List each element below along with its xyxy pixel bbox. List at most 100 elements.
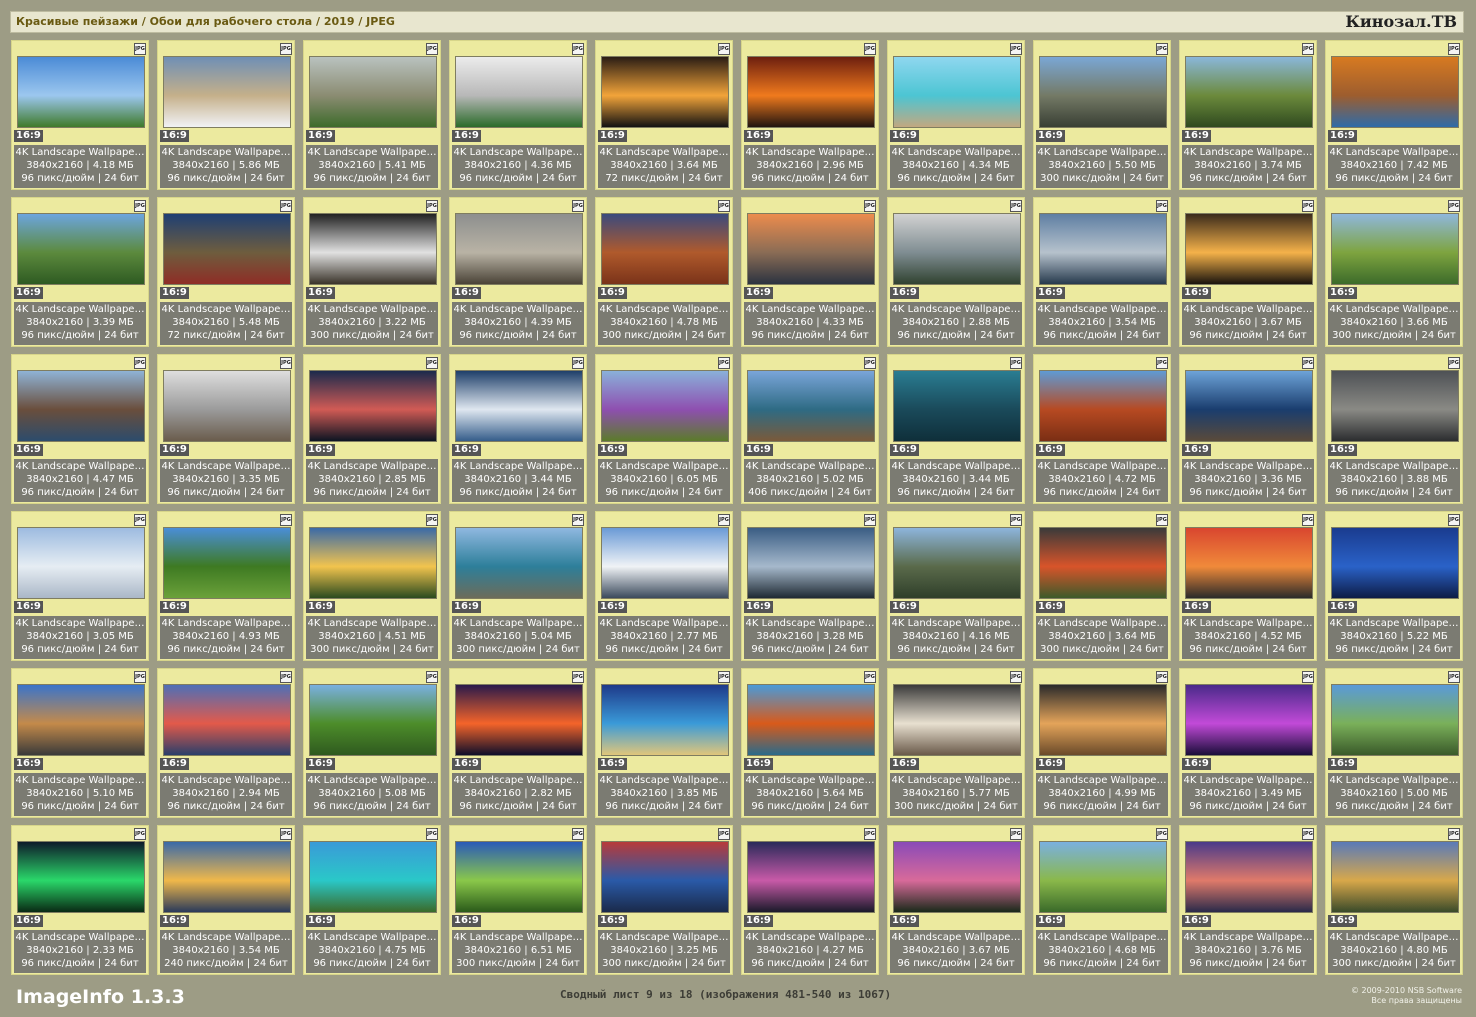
thumbnail-image[interactable] [1185,527,1313,599]
thumbnail-image[interactable] [747,213,875,285]
thumbnail-card[interactable]: JPG 16:9 4K Landscape Wallpape… 3840x2160 |… [595,511,733,661]
thumbnail-card[interactable]: JPG 16:9 4K Landscape Wallpape… 3840x2160 |… [1325,511,1463,661]
thumbnail-card[interactable]: JPG 16:9 4K Landscape Wallpape… 3840x2160 |… [741,668,879,818]
thumbnail-card[interactable]: JPG 16:9 4K Landscape Wallpape… 3840x2160 |… [303,197,441,347]
thumbnail-image[interactable] [455,841,583,913]
thumbnail-image[interactable] [309,370,437,442]
thumbnail-card[interactable]: JPG 16:9 4K Landscape Wallpape… 3840x2160 |… [449,825,587,975]
thumbnail-card[interactable]: JPG 16:9 4K Landscape Wallpape… 3840x2160 |… [887,825,1025,975]
thumbnail-card[interactable]: JPG 16:9 4K Landscape Wallpape… 3840x2160 |… [11,511,149,661]
thumbnail-card[interactable]: JPG 16:9 4K Landscape Wallpape… 3840x2160 |… [157,825,295,975]
thumbnail-card[interactable]: JPG 16:9 4K Landscape Wallpape… 3840x2160 |… [887,40,1025,190]
thumbnail-image[interactable] [747,527,875,599]
thumbnail-image[interactable] [893,841,1021,913]
thumbnail-image[interactable] [601,527,729,599]
thumbnail-image[interactable] [1331,527,1459,599]
thumbnail-image[interactable] [163,56,291,128]
thumbnail-image[interactable] [1185,213,1313,285]
thumbnail-image[interactable] [17,527,145,599]
thumbnail-image[interactable] [1185,370,1313,442]
thumbnail-card[interactable]: JPG 16:9 4K Landscape Wallpape… 3840x2160 |… [1033,354,1171,504]
thumbnail-image[interactable] [747,370,875,442]
thumbnail-card[interactable]: JPG 16:9 4K Landscape Wallpape… 3840x2160 |… [1033,197,1171,347]
thumbnail-image[interactable] [1185,841,1313,913]
thumbnail-image[interactable] [309,56,437,128]
thumbnail-card[interactable]: JPG 16:9 4K Landscape Wallpape… 3840x2160 |… [449,668,587,818]
thumbnail-image[interactable] [1039,56,1167,128]
thumbnail-image[interactable] [455,56,583,128]
thumbnail-image[interactable] [1039,370,1167,442]
thumbnail-image[interactable] [1331,213,1459,285]
thumbnail-image[interactable] [601,213,729,285]
thumbnail-card[interactable]: JPG 16:9 4K Landscape Wallpape… 3840x2160 |… [157,40,295,190]
thumbnail-card[interactable]: JPG 16:9 4K Landscape Wallpape… 3840x2160 |… [887,197,1025,347]
thumbnail-card[interactable]: JPG 16:9 4K Landscape Wallpape… 3840x2160 |… [887,668,1025,818]
thumbnail-image[interactable] [1331,841,1459,913]
thumbnail-card[interactable]: JPG 16:9 4K Landscape Wallpape… 3840x2160 |… [1033,825,1171,975]
thumbnail-card[interactable]: JPG 16:9 4K Landscape Wallpape… 3840x2160 |… [1325,668,1463,818]
thumbnail-image[interactable] [601,370,729,442]
thumbnail-image[interactable] [893,527,1021,599]
thumbnail-card[interactable]: JPG 16:9 4K Landscape Wallpape… 3840x2160 |… [11,668,149,818]
thumbnail-image[interactable] [893,213,1021,285]
thumbnail-image[interactable] [309,841,437,913]
thumbnail-image[interactable] [1331,684,1459,756]
thumbnail-card[interactable]: JPG 16:9 4K Landscape Wallpape… 3840x2160 |… [887,354,1025,504]
thumbnail-image[interactable] [163,213,291,285]
thumbnail-image[interactable] [1185,56,1313,128]
thumbnail-image[interactable] [17,370,145,442]
thumbnail-card[interactable]: JPG 16:9 4K Landscape Wallpape… 3840x2160 |… [887,511,1025,661]
thumbnail-image[interactable] [309,213,437,285]
thumbnail-image[interactable] [1039,684,1167,756]
thumbnail-image[interactable] [1331,56,1459,128]
thumbnail-image[interactable] [163,527,291,599]
thumbnail-image[interactable] [17,213,145,285]
thumbnail-card[interactable]: JPG 16:9 4K Landscape Wallpape… 3840x2160 |… [303,40,441,190]
thumbnail-card[interactable]: JPG 16:9 4K Landscape Wallpape… 3840x2160 |… [1179,668,1317,818]
thumbnail-image[interactable] [601,841,729,913]
thumbnail-card[interactable]: JPG 16:9 4K Landscape Wallpape… 3840x2160 |… [741,354,879,504]
thumbnail-card[interactable]: JPG 16:9 4K Landscape Wallpape… 3840x2160 |… [595,40,733,190]
thumbnail-card[interactable]: JPG 16:9 4K Landscape Wallpape… 3840x2160 |… [449,40,587,190]
thumbnail-image[interactable] [747,684,875,756]
thumbnail-card[interactable]: JPG 16:9 4K Landscape Wallpape… 3840x2160 |… [1179,511,1317,661]
thumbnail-image[interactable] [455,213,583,285]
thumbnail-image[interactable] [17,56,145,128]
thumbnail-image[interactable] [1039,213,1167,285]
thumbnail-card[interactable]: JPG 16:9 4K Landscape Wallpape… 3840x2160 |… [449,511,587,661]
thumbnail-image[interactable] [893,684,1021,756]
thumbnail-card[interactable]: JPG 16:9 4K Landscape Wallpape… 3840x2160 |… [1325,40,1463,190]
thumbnail-image[interactable] [1331,370,1459,442]
thumbnail-card[interactable]: JPG 16:9 4K Landscape Wallpape… 3840x2160 |… [595,668,733,818]
thumbnail-image[interactable] [747,841,875,913]
thumbnail-image[interactable] [747,56,875,128]
thumbnail-card[interactable]: JPG 16:9 4K Landscape Wallpape… 3840x2160 |… [449,354,587,504]
thumbnail-image[interactable] [893,56,1021,128]
thumbnail-card[interactable]: JPG 16:9 4K Landscape Wallpape… 3840x2160 |… [595,354,733,504]
thumbnail-image[interactable] [455,684,583,756]
thumbnail-card[interactable]: JPG 16:9 4K Landscape Wallpape… 3840x2160 |… [1033,40,1171,190]
thumbnail-image[interactable] [1039,527,1167,599]
thumbnail-card[interactable]: JPG 16:9 4K Landscape Wallpape… 3840x2160 |… [741,511,879,661]
thumbnail-card[interactable]: JPG 16:9 4K Landscape Wallpape… 3840x2160 |… [741,40,879,190]
thumbnail-card[interactable]: JPG 16:9 4K Landscape Wallpape… 3840x2160 |… [1179,354,1317,504]
thumbnail-image[interactable] [163,841,291,913]
thumbnail-card[interactable]: JPG 16:9 4K Landscape Wallpape… 3840x2160 |… [449,197,587,347]
thumbnail-card[interactable]: JPG 16:9 4K Landscape Wallpape… 3840x2160 |… [11,197,149,347]
thumbnail-card[interactable]: JPG 16:9 4K Landscape Wallpape… 3840x2160 |… [1179,40,1317,190]
thumbnail-card[interactable]: JPG 16:9 4K Landscape Wallpape… 3840x2160 |… [1325,197,1463,347]
thumbnail-card[interactable]: JPG 16:9 4K Landscape Wallpape… 3840x2160 |… [741,825,879,975]
thumbnail-card[interactable]: JPG 16:9 4K Landscape Wallpape… 3840x2160 |… [1179,197,1317,347]
thumbnail-card[interactable]: JPG 16:9 4K Landscape Wallpape… 3840x2160 |… [1325,354,1463,504]
thumbnail-image[interactable] [17,841,145,913]
thumbnail-card[interactable]: JPG 16:9 4K Landscape Wallpape… 3840x2160 |… [303,825,441,975]
thumbnail-image[interactable] [309,684,437,756]
thumbnail-card[interactable]: JPG 16:9 4K Landscape Wallpape… 3840x2160 |… [303,511,441,661]
thumbnail-image[interactable] [455,527,583,599]
thumbnail-image[interactable] [601,684,729,756]
thumbnail-card[interactable]: JPG 16:9 4K Landscape Wallpape… 3840x2160 |… [741,197,879,347]
thumbnail-card[interactable]: JPG 16:9 4K Landscape Wallpape… 3840x2160 |… [1033,511,1171,661]
thumbnail-card[interactable]: JPG 16:9 4K Landscape Wallpape… 3840x2160 |… [303,354,441,504]
thumbnail-card[interactable]: JPG 16:9 4K Landscape Wallpape… 3840x2160 |… [303,668,441,818]
thumbnail-card[interactable]: JPG 16:9 4K Landscape Wallpape… 3840x2160 |… [595,825,733,975]
